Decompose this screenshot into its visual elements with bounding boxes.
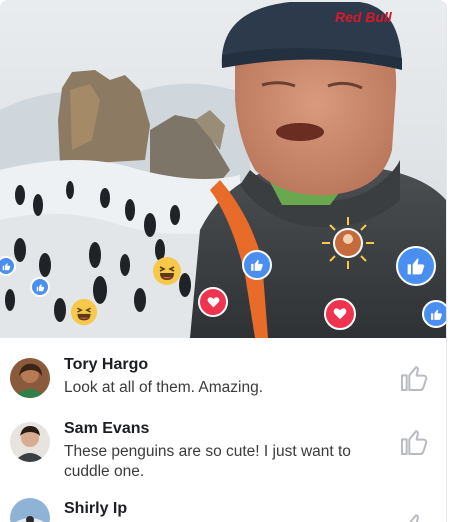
comment-text: Look at all of them. Amazing. bbox=[64, 379, 264, 396]
comment-item: Shirly Ip bbox=[0, 498, 446, 522]
haha-reaction bbox=[70, 298, 98, 326]
like-button-icon[interactable] bbox=[398, 426, 430, 458]
comment-author[interactable]: Shirly Ip bbox=[64, 500, 127, 518]
love-reaction bbox=[198, 287, 228, 317]
comment-item: Tory Hargo Look at all of them. Amazing. bbox=[0, 356, 446, 406]
thumbs-up-icon bbox=[407, 258, 425, 275]
comment-author[interactable]: Tory Hargo bbox=[64, 356, 148, 374]
comment-author[interactable]: Sam Evans bbox=[64, 420, 149, 438]
thumbs-up-icon bbox=[2, 262, 10, 270]
thumbs-up-icon bbox=[36, 283, 44, 291]
comments-list: Tory Hargo Look at all of them. Amazing.… bbox=[0, 338, 446, 522]
laughing-face-icon bbox=[153, 257, 181, 285]
comment-item: Sam Evans These penguins are so cute! I … bbox=[0, 420, 446, 480]
like-reaction bbox=[396, 246, 436, 286]
avatar[interactable] bbox=[10, 358, 50, 398]
live-video-player[interactable]: Red Bull bbox=[0, 0, 446, 338]
like-reaction bbox=[242, 250, 272, 280]
laughing-face-icon bbox=[70, 298, 98, 326]
live-video-card: Red Bull Tory Hargo Look at all of them.… bbox=[0, 0, 447, 522]
heart-icon bbox=[333, 308, 347, 320]
love-reaction bbox=[324, 298, 356, 330]
like-reaction bbox=[30, 277, 50, 297]
like-button-icon[interactable] bbox=[398, 362, 430, 394]
like-reaction bbox=[422, 300, 446, 328]
avatar[interactable] bbox=[10, 422, 50, 462]
like-button-icon[interactable] bbox=[398, 510, 430, 522]
hat-logo: Red Bull bbox=[335, 9, 393, 25]
video-frame: Red Bull bbox=[0, 0, 446, 338]
heart-icon bbox=[207, 296, 219, 307]
thumbs-up-icon bbox=[430, 309, 442, 320]
haha-reaction bbox=[152, 256, 182, 286]
comment-text: These penguins are so cute! I just want … bbox=[64, 443, 351, 480]
thumbs-up-icon bbox=[251, 259, 263, 271]
avatar[interactable] bbox=[10, 498, 50, 522]
